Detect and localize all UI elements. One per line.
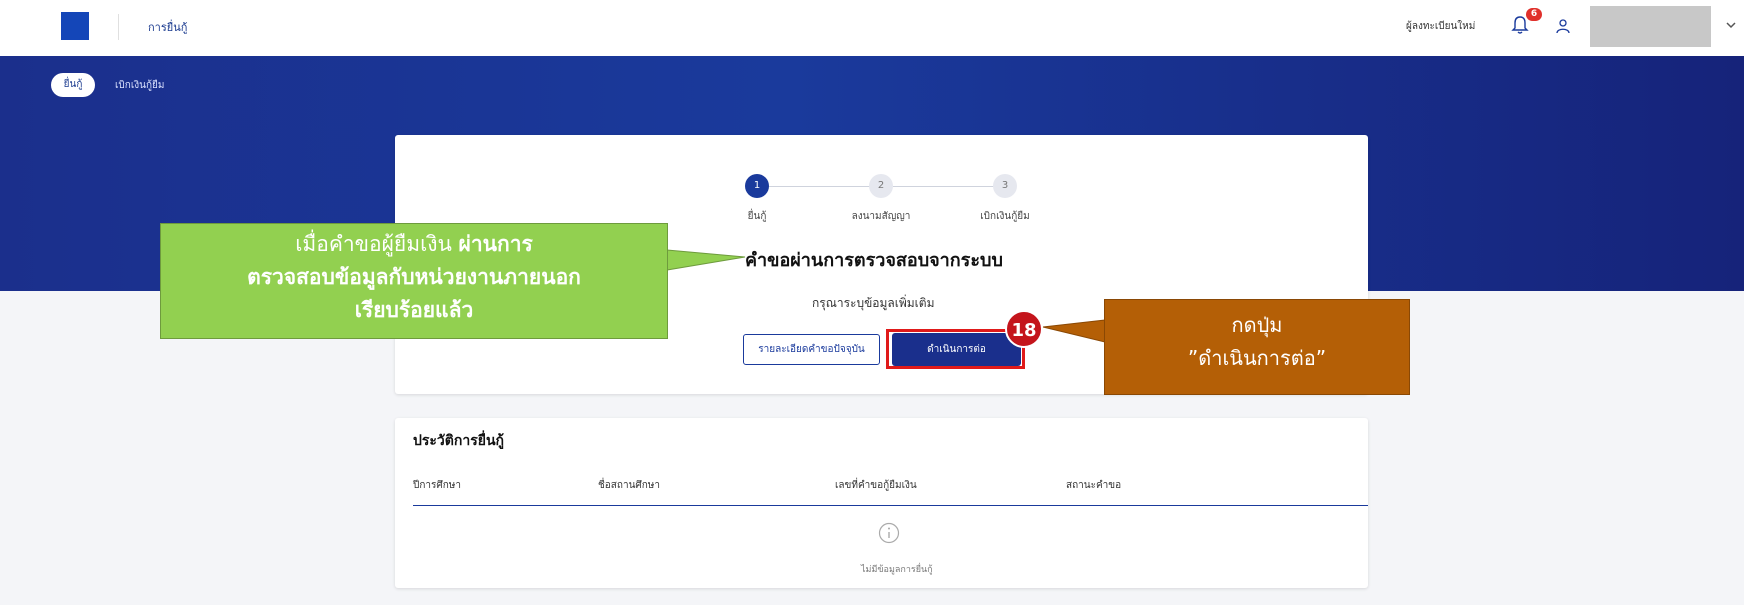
green-callout-line-3: เรียบร้อยแล้ว	[354, 298, 474, 322]
brown-callout-pointer	[1042, 319, 1106, 343]
brown-callout-line-2: ”ดำเนินการต่อ”	[1187, 346, 1327, 370]
green-callout-pointer	[666, 249, 746, 271]
brown-callout-line-1: กดปุ่ม	[1231, 313, 1283, 337]
brown-callout-text: กดปุ่ม ”ดำเนินการต่อ”	[1104, 309, 1410, 375]
green-callout-line-1: เมื่อคำขอผู้ยืมเงิน ผ่านการ	[295, 232, 533, 256]
green-callout-line-2: ตรวจสอบข้อมูลกับหน่วยงานภายนอก	[247, 265, 581, 289]
step-number-badge: 18	[1005, 310, 1043, 348]
green-callout-text: เมื่อคำขอผู้ยืมเงิน ผ่านการ ตรวจสอบข้อมู…	[160, 228, 668, 327]
